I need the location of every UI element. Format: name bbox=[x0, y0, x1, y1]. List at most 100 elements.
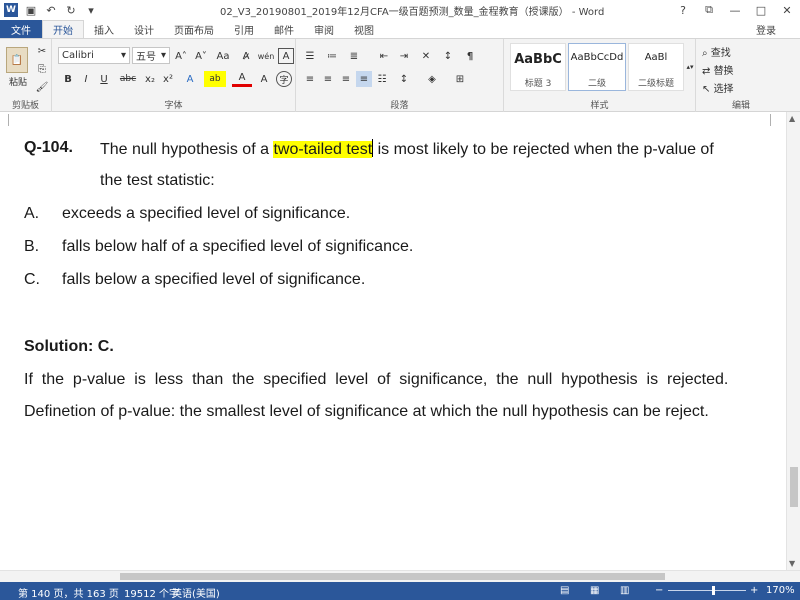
ribbon: 📋 粘贴 ✂ ⎘ 🖌 剪贴板 Calibri ▾ 五号 ▾ A˄ A˅ Aa A̷ … bbox=[0, 38, 800, 112]
numbering-icon[interactable]: ≔ bbox=[324, 48, 340, 64]
copy-icon[interactable]: ⎘ bbox=[34, 61, 50, 77]
redo-icon[interactable]: ↻ bbox=[64, 4, 78, 17]
customize-qat-icon[interactable]: ▾ bbox=[84, 4, 98, 17]
vertical-scroll-thumb[interactable] bbox=[790, 467, 798, 507]
chinese-layout-icon[interactable]: ✕ bbox=[418, 48, 434, 64]
tab-file[interactable]: 文件 bbox=[0, 20, 42, 38]
zoom-in-button[interactable]: + bbox=[750, 585, 758, 596]
multilevel-list-icon[interactable]: ≣ bbox=[346, 48, 362, 64]
ribbon-display-options-button[interactable]: ⧉ bbox=[696, 0, 722, 20]
text-effects-icon[interactable]: A bbox=[182, 71, 198, 87]
login-link[interactable]: 登录 bbox=[756, 22, 776, 37]
italic-button[interactable]: I bbox=[78, 71, 94, 87]
solution-line-1: If the p-value is less than the specifie… bbox=[24, 371, 729, 388]
page-count[interactable]: 第 140 页，共 163 页 bbox=[18, 585, 119, 600]
tab-mailings[interactable]: 邮件 bbox=[264, 20, 304, 38]
align-center-icon[interactable]: ≡ bbox=[320, 71, 336, 87]
distributed-icon[interactable]: ☷ bbox=[374, 71, 390, 87]
scroll-up-icon[interactable]: ▲ bbox=[789, 114, 795, 123]
option-letter-b: B. bbox=[24, 238, 40, 255]
save-icon[interactable]: ▣ bbox=[24, 4, 38, 17]
undo-icon[interactable]: ↶ bbox=[44, 4, 58, 17]
zoom-level[interactable]: 170% bbox=[766, 585, 795, 596]
chevron-down-icon: ▾ bbox=[120, 50, 126, 61]
read-mode-icon[interactable]: ▤ bbox=[560, 585, 569, 596]
tab-design[interactable]: 设计 bbox=[124, 20, 164, 38]
style-level2[interactable]: AaBbCcDd 二级 bbox=[568, 43, 626, 91]
tab-review[interactable]: 审阅 bbox=[304, 20, 344, 38]
decrease-indent-icon[interactable]: ⇤ bbox=[376, 48, 392, 64]
character-shading-icon[interactable]: A bbox=[256, 71, 272, 87]
option-letter-a: A. bbox=[24, 205, 40, 222]
replace-button[interactable]: ⇄ 替换 bbox=[702, 62, 734, 77]
word-count[interactable]: 19512 个字 bbox=[124, 585, 179, 600]
style-heading3[interactable]: AaBbC 标题 3 bbox=[510, 43, 566, 91]
language-indicator[interactable]: 英语(美国) bbox=[172, 585, 220, 600]
underline-button[interactable]: U bbox=[96, 71, 112, 87]
word-app-icon[interactable]: W bbox=[4, 3, 18, 17]
web-layout-icon[interactable]: ▥ bbox=[620, 585, 629, 596]
document-page[interactable]: Q-104. The null hypothesis of a two-tail… bbox=[0, 128, 786, 570]
superscript-button[interactable]: x² bbox=[160, 71, 176, 87]
zoom-slider-track[interactable] bbox=[668, 590, 746, 591]
format-painter-icon[interactable]: 🖌 bbox=[34, 79, 50, 95]
font-group-label: 字体 bbox=[164, 101, 183, 111]
style-level2-heading[interactable]: AaBl 二级标题 bbox=[628, 43, 684, 91]
align-left-icon[interactable]: ≡ bbox=[302, 71, 318, 87]
shrink-font-button[interactable]: A˅ bbox=[192, 48, 210, 64]
find-button[interactable]: ⌕ 查找 bbox=[702, 44, 731, 59]
paste-button[interactable]: 粘贴 bbox=[4, 75, 32, 88]
strikethrough-button[interactable]: abc bbox=[116, 71, 140, 87]
style-sample: AaBl bbox=[644, 52, 668, 63]
vertical-scrollbar[interactable]: ▲ ▼ bbox=[786, 112, 800, 570]
editing-group-label: 编辑 bbox=[731, 101, 750, 111]
shading-icon[interactable]: ◈ bbox=[424, 71, 440, 87]
enclose-characters-icon[interactable]: 字 bbox=[276, 71, 292, 87]
select-button[interactable]: ↖ 选择 bbox=[702, 80, 734, 95]
style-name: 二级标题 bbox=[637, 79, 674, 89]
title-bar: W ▣ ↶ ↻ ▾ 02_V3_20190801_2019年12月CFA一级百题… bbox=[0, 0, 800, 20]
cut-icon[interactable]: ✂ bbox=[34, 43, 50, 59]
borders-icon[interactable]: ⊞ bbox=[452, 71, 468, 87]
bold-button[interactable]: B bbox=[60, 71, 76, 87]
margin-marker bbox=[770, 114, 771, 126]
close-button[interactable]: ✕ bbox=[774, 0, 800, 20]
bullets-icon[interactable]: ☰ bbox=[302, 48, 318, 64]
tab-home[interactable]: 开始 bbox=[42, 20, 84, 38]
align-right-icon[interactable]: ≡ bbox=[338, 71, 354, 87]
line-spacing-icon[interactable]: ↕ bbox=[396, 71, 412, 87]
horizontal-scrollbar[interactable] bbox=[0, 570, 800, 582]
maximize-button[interactable]: □ bbox=[748, 0, 774, 20]
zoom-out-button[interactable]: − bbox=[655, 585, 663, 596]
style-sample: AaBbCcDd bbox=[570, 52, 624, 63]
show-marks-icon[interactable]: ¶ bbox=[462, 48, 478, 64]
tab-view[interactable]: 视图 bbox=[344, 20, 384, 38]
scroll-down-icon[interactable]: ▼ bbox=[789, 559, 795, 568]
change-case-button[interactable]: Aa bbox=[212, 48, 234, 64]
margin-marker bbox=[8, 114, 9, 126]
styles-more-icon[interactable]: ▴▾ bbox=[686, 43, 694, 91]
phonetic-guide-icon[interactable]: wén bbox=[258, 48, 275, 64]
justify-icon[interactable]: ≡ bbox=[356, 71, 372, 87]
subscript-button[interactable]: x₂ bbox=[142, 71, 158, 87]
minimize-button[interactable]: — bbox=[722, 0, 748, 20]
highlight-color-icon[interactable]: ab bbox=[204, 71, 226, 87]
paste-icon[interactable]: 📋 bbox=[6, 47, 28, 73]
zoom-slider-knob[interactable] bbox=[712, 586, 715, 595]
tab-insert[interactable]: 插入 bbox=[84, 20, 124, 38]
window-controls: ? ⧉ — □ ✕ bbox=[670, 0, 800, 20]
clear-formatting-icon[interactable]: A̷ bbox=[238, 48, 254, 64]
horizontal-scroll-thumb[interactable] bbox=[120, 573, 665, 580]
print-layout-icon[interactable]: ▦ bbox=[590, 585, 599, 596]
tab-references[interactable]: 引用 bbox=[224, 20, 264, 38]
tab-page-layout[interactable]: 页面布局 bbox=[164, 20, 224, 38]
sort-icon[interactable]: ↕ bbox=[440, 48, 456, 64]
character-border-icon[interactable]: A bbox=[278, 48, 294, 64]
help-button[interactable]: ? bbox=[670, 0, 696, 20]
font-name-select[interactable]: Calibri ▾ bbox=[58, 47, 130, 64]
font-size-select[interactable]: 五号 ▾ bbox=[132, 47, 170, 64]
grow-font-button[interactable]: A˄ bbox=[172, 48, 190, 64]
increase-indent-icon[interactable]: ⇥ bbox=[396, 48, 412, 64]
ribbon-tabs: 文件 开始 插入 设计 页面布局 引用 邮件 审阅 视图 登录 bbox=[0, 20, 800, 38]
font-color-icon[interactable]: A bbox=[232, 71, 252, 87]
